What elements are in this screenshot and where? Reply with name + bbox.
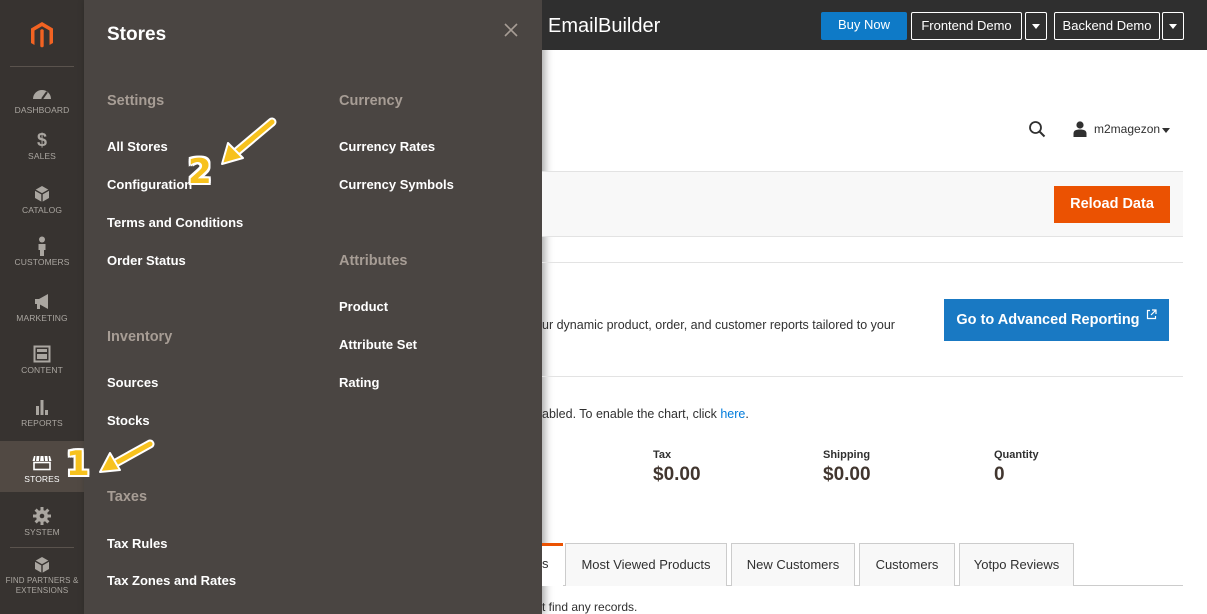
dollar-icon: $ — [36, 130, 47, 150]
stat-tax: Tax $0.00 — [653, 449, 701, 486]
gear-icon — [33, 507, 51, 525]
backend-demo-button[interactable]: Backend Demo — [1054, 12, 1160, 40]
go-to-advanced-reporting-button[interactable]: Go to Advanced Reporting — [944, 299, 1169, 341]
stat-quantity: Quantity 0 — [994, 449, 1039, 486]
nav-item-content[interactable]: Content — [0, 340, 84, 393]
storefront-icon — [32, 455, 52, 471]
tab-active-label: s — [542, 556, 549, 571]
app-title: EmailBuilder — [548, 15, 661, 37]
flyout-link-currency-symbols[interactable]: Currency Symbols — [339, 177, 454, 192]
nav-item-sales[interactable]: $ Sales — [0, 126, 84, 179]
bar-chart-icon — [36, 400, 48, 415]
tab-most-viewed-products[interactable]: Most Viewed Products — [565, 543, 727, 586]
stores-flyout-panel: Stores Settings All Stores Configuration… — [84, 0, 542, 614]
flyout-link-attribute-set[interactable]: Attribute Set — [339, 337, 417, 352]
chart-disabled-message: abled. To enable the chart, click here. — [542, 407, 749, 421]
external-link-icon — [1146, 309, 1157, 320]
nav-item-marketing[interactable]: Marketing — [0, 288, 84, 341]
chevron-down-icon — [1169, 24, 1177, 30]
no-records-message: t find any records. — [542, 600, 638, 614]
chevron-down-icon[interactable] — [1162, 128, 1170, 133]
chevron-down-icon — [1032, 24, 1040, 30]
stat-value: 0 — [994, 464, 1005, 485]
flyout-link-sources[interactable]: Sources — [107, 375, 158, 390]
divider — [542, 262, 1183, 263]
enable-chart-link[interactable]: here — [720, 407, 745, 421]
tab-new-customers[interactable]: New Customers — [731, 543, 855, 586]
nav-item-reports[interactable]: Reports — [0, 393, 84, 446]
nav-divider — [10, 547, 74, 548]
stat-label: Shipping — [823, 449, 871, 461]
stat-label: Tax — [653, 449, 672, 461]
close-icon[interactable] — [501, 20, 521, 40]
tab-yotpo-reviews[interactable]: Yotpo Reviews — [959, 543, 1074, 586]
flyout-link-tax-zones-and-rates[interactable]: Tax Zones and Rates — [107, 573, 236, 588]
stat-label: Quantity — [994, 449, 1039, 461]
flyout-section-currency: Currency — [339, 93, 403, 109]
chart-message-period: . — [745, 407, 749, 421]
magento-logo-icon — [31, 22, 53, 48]
nav-item-find-partners[interactable]: Find Partners & Extensions — [0, 553, 84, 609]
extensions-icon — [34, 557, 50, 573]
user-icon — [1073, 121, 1087, 137]
flyout-link-configuration[interactable]: Configuration — [107, 177, 192, 192]
layout-icon — [33, 345, 51, 363]
advanced-reporting-label: Go to Advanced Reporting — [956, 312, 1140, 328]
flyout-title: Stores — [107, 24, 167, 45]
stat-shipping: Shipping $0.00 — [823, 449, 871, 486]
annotation-step-1: 1 — [66, 444, 90, 484]
backend-demo-dropdown[interactable] — [1162, 12, 1184, 40]
divider — [542, 376, 1183, 377]
flyout-link-order-status[interactable]: Order Status — [107, 253, 186, 268]
flyout-link-rating[interactable]: Rating — [339, 375, 379, 390]
stat-value: $0.00 — [823, 464, 871, 485]
admin-username[interactable]: m2magezon — [1094, 122, 1160, 136]
flyout-link-all-stores[interactable]: All Stores — [107, 139, 168, 154]
nav-item-customers[interactable]: Customers — [0, 232, 84, 285]
demo-topbar: EmailBuilder Buy Now Frontend Demo Backe… — [542, 0, 1207, 50]
annotation-arrow-icon — [99, 439, 155, 473]
person-icon — [38, 236, 46, 256]
annotation-arrow-icon — [221, 117, 277, 165]
stat-value: $0.00 — [653, 464, 701, 485]
flyout-section-settings: Settings — [107, 93, 165, 109]
flyout-link-product[interactable]: Product — [339, 299, 388, 314]
admin-sidebar: Dashboard $ Sales Catalog Customers Mark… — [0, 0, 84, 614]
megaphone-icon — [35, 294, 48, 309]
nav-item-catalog[interactable]: Catalog — [0, 180, 84, 233]
nav-divider — [10, 66, 74, 67]
flyout-section-inventory: Inventory — [107, 329, 173, 345]
magento-logo[interactable] — [0, 0, 84, 66]
flyout-section-attributes: Attributes — [339, 253, 408, 269]
buy-now-button[interactable]: Buy Now — [821, 12, 907, 40]
flyout-link-stocks[interactable]: Stocks — [107, 413, 150, 428]
reload-data-button[interactable]: Reload Data — [1054, 186, 1170, 223]
flyout-section-taxes: Taxes — [107, 489, 148, 505]
chart-message-text: abled. To enable the chart, click — [542, 407, 721, 421]
tab-active[interactable]: s — [542, 543, 563, 586]
search-icon[interactable] — [1028, 120, 1046, 138]
tab-customers[interactable]: Customers — [859, 543, 955, 586]
flyout-link-terms-and-conditions[interactable]: Terms and Conditions — [107, 215, 243, 230]
frontend-demo-dropdown[interactable] — [1025, 12, 1047, 40]
annotation-step-2: 2 — [188, 152, 212, 192]
flyout-link-tax-rules[interactable]: Tax Rules — [107, 536, 167, 551]
dashboard-icon — [33, 90, 51, 100]
box-icon — [34, 186, 50, 202]
frontend-demo-button[interactable]: Frontend Demo — [911, 12, 1022, 40]
flyout-link-currency-rates[interactable]: Currency Rates — [339, 139, 435, 154]
advanced-reporting-text: ur dynamic product, order, and customer … — [542, 318, 895, 332]
